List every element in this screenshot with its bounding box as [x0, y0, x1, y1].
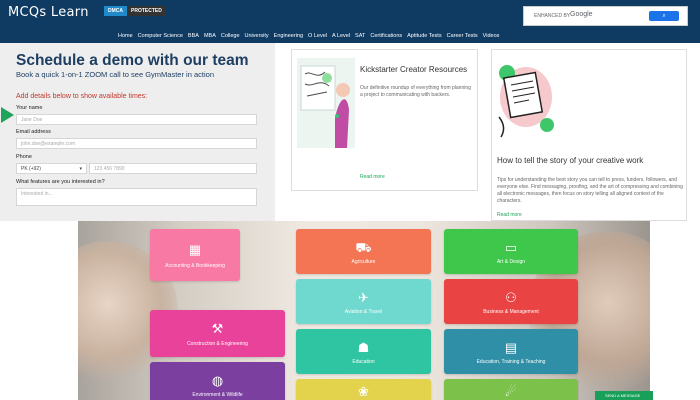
- protected-label: PROTECTED: [127, 6, 166, 16]
- search-button[interactable]: ⌕: [649, 11, 679, 21]
- category-tile-aviation[interactable]: ✈ Aviation & Travel: [296, 279, 431, 324]
- category-label: Business & Management: [483, 309, 539, 315]
- nav-item-home[interactable]: Home: [118, 33, 133, 39]
- monitor-icon: ▭: [504, 240, 518, 255]
- nav-item-computer-science[interactable]: Computer Science: [138, 33, 183, 39]
- main-nav: Home Computer Science BBA MBA College Un…: [118, 33, 499, 39]
- nav-item-bba[interactable]: BBA: [188, 33, 199, 39]
- demo-booking-panel: Schedule a demo with our team Book a qui…: [0, 43, 275, 221]
- email-field[interactable]: john.doe@example.com: [16, 138, 257, 149]
- phone-field[interactable]: 123 456 7890: [89, 163, 257, 174]
- globe-icon: ◍: [211, 373, 224, 388]
- card-title[interactable]: How to tell the story of your creative w…: [497, 156, 643, 165]
- name-field[interactable]: Jane Doe: [16, 114, 257, 125]
- site-header: MCQs Learn DMCA PROTECTED ENHANCED BY Go…: [0, 0, 700, 43]
- tractor-icon: ⛟: [355, 240, 372, 255]
- category-label: Education, Training & Teaching: [476, 359, 546, 365]
- category-label: Construction & Engineering: [187, 341, 248, 347]
- category-tile-construction[interactable]: ⚒ Construction & Engineering: [150, 310, 285, 357]
- site-logo[interactable]: MCQs Learn: [8, 5, 89, 20]
- nav-item-mba[interactable]: MBA: [204, 33, 216, 39]
- category-label: Art & Design: [496, 259, 526, 265]
- category-tile-environment[interactable]: ◍ Environment & Wildlife: [150, 362, 285, 400]
- category-label: Environment & Wildlife: [192, 392, 243, 398]
- category-tile-accounting[interactable]: ▦ Accounting & Bookkeeping: [150, 229, 240, 281]
- nav-item-videos[interactable]: Videos: [483, 33, 500, 39]
- nav-item-a-level[interactable]: A Level: [332, 33, 350, 39]
- category-label: Agriculture: [351, 259, 376, 265]
- demo-title: Schedule a demo with our team: [16, 52, 249, 69]
- card-illustration: [497, 57, 555, 145]
- email-label: Email address: [16, 129, 51, 135]
- nav-item-engineering[interactable]: Engineering: [274, 33, 303, 39]
- search-icon: ⌕: [662, 13, 666, 19]
- chevron-down-icon: ▾: [79, 166, 82, 172]
- category-label: Aviation & Travel: [344, 309, 383, 315]
- demo-subtitle: Book a quick 1-on-1 ZOOM call to see Gym…: [16, 70, 214, 79]
- read-more-link[interactable]: Read more: [360, 174, 385, 180]
- card-title[interactable]: Kickstarter Creator Resources: [360, 65, 467, 74]
- nav-item-sat[interactable]: SAT: [355, 33, 365, 39]
- category-label: Education: [352, 359, 375, 365]
- category-tile-partial[interactable]: ☄: [444, 379, 578, 400]
- features-label: What features are you interested in?: [16, 179, 105, 185]
- nav-item-o-level[interactable]: O Level: [308, 33, 327, 39]
- search-placeholder: ENHANCED BY: [534, 13, 571, 19]
- calculator-icon: ▦: [188, 242, 202, 257]
- features-textarea[interactable]: Interested in...: [16, 188, 257, 206]
- resource-card[interactable]: Kickstarter Creator Resources Our defini…: [291, 49, 478, 191]
- story-card[interactable]: How to tell the story of your creative w…: [491, 49, 687, 221]
- search-input[interactable]: ENHANCED BY Google ⌕: [523, 6, 688, 26]
- google-logo: Google: [570, 11, 593, 18]
- leaf-icon: ❀: [358, 384, 369, 399]
- read-more-link[interactable]: Read more: [497, 212, 522, 218]
- category-tile-agriculture[interactable]: ⛟ Agriculture: [296, 229, 431, 274]
- category-tile-education-training[interactable]: ▤ Education, Training & Teaching: [444, 329, 578, 374]
- card-text: Our definitive roundup of everything fro…: [360, 85, 471, 98]
- dmca-badge[interactable]: DMCA PROTECTED: [104, 6, 166, 16]
- dmca-label: DMCA: [104, 6, 127, 16]
- category-tile-business[interactable]: ⚇ Business & Management: [444, 279, 578, 324]
- airplane-icon: ✈: [358, 290, 369, 305]
- category-tile-education[interactable]: ☗ Education: [296, 329, 431, 374]
- card-text: Tips for understanding the best story yo…: [497, 177, 683, 204]
- send-message-button[interactable]: SEND A MESSAGE: [595, 391, 653, 400]
- country-code-select[interactable]: PK (+92) ▾: [16, 163, 87, 174]
- country-code-value: PK (+92): [21, 166, 41, 172]
- name-label: Your name: [16, 105, 43, 111]
- people-icon: ⚇: [505, 290, 517, 305]
- nav-item-career-tests[interactable]: Career Tests: [447, 33, 478, 39]
- category-label: Accounting & Bookkeeping: [165, 263, 225, 269]
- running-icon: ☄: [505, 384, 517, 399]
- nav-item-aptitude-tests[interactable]: Aptitude Tests: [407, 33, 441, 39]
- nav-item-university[interactable]: University: [245, 33, 269, 39]
- nav-item-certifications[interactable]: Certifications: [370, 33, 402, 39]
- category-tile-partial[interactable]: ❀: [296, 379, 431, 400]
- category-tile-art-design[interactable]: ▭ Art & Design: [444, 229, 578, 274]
- arrow-right-icon: [1, 107, 14, 123]
- page: MCQs Learn DMCA PROTECTED ENHANCED BY Go…: [0, 0, 700, 400]
- card-illustration: [297, 58, 355, 148]
- graduation-icon: ☗: [357, 340, 370, 355]
- categories-section: ▦ Accounting & Bookkeeping ⛟ Agriculture…: [78, 221, 650, 400]
- hammer-icon: ⚒: [211, 321, 224, 336]
- phone-label: Phone: [16, 154, 32, 160]
- nav-item-college[interactable]: College: [221, 33, 240, 39]
- book-icon: ▤: [504, 340, 518, 355]
- demo-prompt: Add details below to show available time…: [16, 93, 148, 100]
